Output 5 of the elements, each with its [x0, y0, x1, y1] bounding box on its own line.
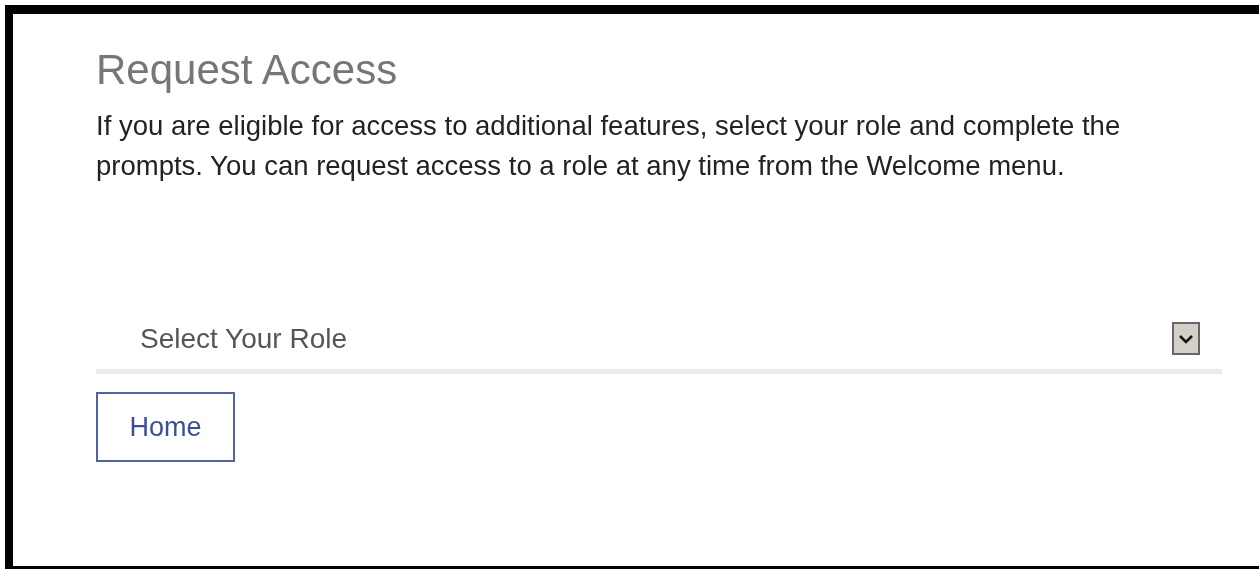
description-text: If you are eligible for access to additional features, select your role and complete the prompts. You can request access to a role at any time from the Welcome menu. [96, 109, 1122, 183]
role-select[interactable]: Select Your Role [96, 308, 1222, 374]
home-button[interactable]: Home [96, 392, 235, 462]
select-placeholder: Select Your Role [140, 321, 348, 356]
page-title: Request Access [96, 45, 399, 95]
